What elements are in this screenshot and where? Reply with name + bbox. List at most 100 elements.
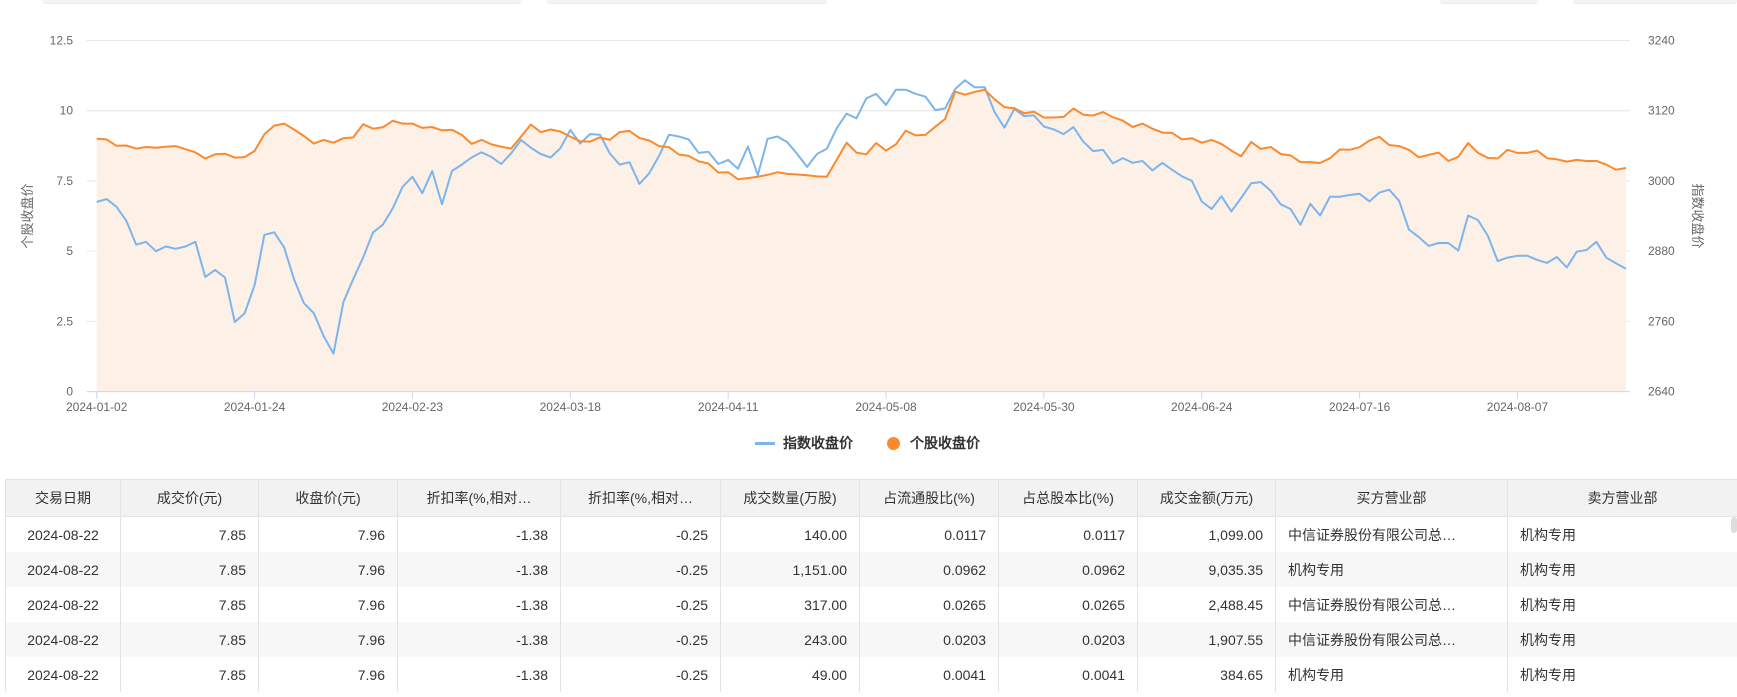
x-axis-tick-label: 2024-03-18 [540, 400, 602, 414]
cell-volume: 140.00 [720, 516, 860, 552]
price-chart: 0 2.5 5 7.5 10 12.5 2640 2760 2880 3000 3120 3240 20… [20, 34, 1705, 415]
cell-amount: 384.65 [1137, 657, 1276, 692]
cell-buyer-branch: 机构专用 [1275, 552, 1508, 587]
legend-label-stock: 个股收盘价 [910, 435, 980, 451]
x-axis-tick-label: 2024-05-30 [1013, 400, 1075, 414]
cell-close-price: 7.96 [258, 657, 398, 692]
x-axis-tick-label: 2024-08-07 [1487, 400, 1549, 414]
cell-buyer-branch: 中信证券股份有限公司总… [1275, 587, 1508, 622]
left-axis-tick-label: 2.5 [56, 314, 73, 328]
column-header[interactable]: 占总股本比(%) [998, 479, 1138, 517]
cell-seller-branch: 机构专用 [1507, 587, 1737, 622]
cell-trade-date: 2024-08-22 [5, 587, 121, 622]
column-header[interactable]: 卖方营业部 [1507, 479, 1737, 517]
left-axis-tick-label: 7.5 [56, 174, 73, 188]
column-header[interactable]: 交易日期 [5, 479, 121, 517]
chart-legend: 指数收盘价 个股收盘价 [755, 433, 1014, 453]
cell-total-share-ratio: 0.0962 [998, 552, 1138, 587]
column-header[interactable]: 收盘价(元) [258, 479, 398, 517]
table-row[interactable]: 2024-08-22 7.85 7.96 -1.38 -0.25 140.00 0.0117… [5, 516, 1737, 552]
cell-discount-rate-1: -1.38 [397, 657, 561, 692]
circle-legend-icon [887, 436, 900, 450]
cell-volume: 49.00 [720, 657, 860, 692]
cell-discount-rate-1: -1.38 [397, 622, 561, 657]
cell-buyer-branch: 中信证券股份有限公司总… [1275, 622, 1508, 657]
cell-amount: 2,488.45 [1137, 587, 1276, 622]
cell-trade-date: 2024-08-22 [5, 516, 121, 552]
cell-discount-rate-1: -1.38 [397, 587, 561, 622]
left-axis-tick-label: 0 [66, 385, 73, 399]
cell-float-share-ratio: 0.0265 [859, 587, 999, 622]
cell-seller-branch: 机构专用 [1507, 657, 1737, 692]
cell-volume: 317.00 [720, 587, 860, 622]
cell-float-share-ratio: 0.0041 [859, 657, 999, 692]
column-header[interactable]: 买方营业部 [1275, 479, 1508, 517]
right-axis-tick-label: 3000 [1648, 174, 1675, 188]
cell-buyer-branch: 中信证券股份有限公司总… [1275, 516, 1508, 552]
legend-label-index: 指数收盘价 [783, 435, 853, 451]
table-row[interactable]: 2024-08-22 7.85 7.96 -1.38 -0.25 1,151.00 0.09… [5, 552, 1737, 587]
cell-seller-branch: 机构专用 [1507, 622, 1737, 657]
right-axis-title: 指数收盘价 [1690, 183, 1705, 248]
cell-float-share-ratio: 0.0962 [859, 552, 999, 587]
cell-deal-price: 7.85 [120, 622, 259, 657]
cell-close-price: 7.96 [258, 622, 398, 657]
right-axis-tick-label: 3120 [1648, 104, 1675, 118]
column-header[interactable]: 折扣率(%,相对… [560, 479, 721, 517]
left-axis-tick-label: 12.5 [50, 34, 74, 48]
cell-deal-price: 7.85 [120, 552, 259, 587]
table-row[interactable]: 2024-08-22 7.85 7.96 -1.38 -0.25 317.00 0.0265… [5, 587, 1737, 622]
table-row[interactable]: 2024-08-22 7.85 7.96 -1.38 -0.25 243.00 0.0203… [5, 622, 1737, 657]
cell-amount: 1,907.55 [1137, 622, 1276, 657]
cell-close-price: 7.96 [258, 587, 398, 622]
cell-discount-rate-1: -1.38 [397, 552, 561, 587]
column-header[interactable]: 折扣率(%,相对… [397, 479, 561, 517]
legend-item-index[interactable]: 指数收盘价 [755, 433, 853, 453]
cell-float-share-ratio: 0.0203 [859, 622, 999, 657]
x-axis-tick-label: 2024-05-08 [855, 400, 917, 414]
cell-amount: 9,035.35 [1137, 552, 1276, 587]
cell-amount: 1,099.00 [1137, 516, 1276, 552]
x-axis-tick-label: 2024-04-11 [698, 400, 759, 414]
left-axis-tick-label: 10 [60, 104, 74, 118]
cell-seller-branch: 机构专用 [1507, 552, 1737, 587]
cell-seller-branch: 机构专用 [1507, 516, 1737, 552]
stock-price-area [96, 89, 1627, 392]
cell-discount-rate-1: -1.38 [397, 516, 561, 552]
cell-discount-rate-2: -0.25 [560, 622, 721, 657]
block-trade-table: 交易日期 成交价(元) 收盘价(元) 折扣率(%,相对… 折扣率(%,相对… 成交数量(万… [5, 479, 1737, 692]
left-axis-tick-label: 5 [66, 244, 73, 258]
cell-total-share-ratio: 0.0041 [998, 657, 1138, 692]
cell-discount-rate-2: -0.25 [560, 587, 721, 622]
cell-deal-price: 7.85 [120, 657, 259, 692]
column-header[interactable]: 成交金额(万元) [1137, 479, 1276, 517]
cell-total-share-ratio: 0.0203 [998, 622, 1138, 657]
cell-close-price: 7.96 [258, 516, 398, 552]
cell-total-share-ratio: 0.0265 [998, 587, 1138, 622]
legend-item-stock[interactable]: 个股收盘价 [887, 433, 980, 453]
cell-deal-price: 7.85 [120, 516, 259, 552]
table-header-row: 交易日期 成交价(元) 收盘价(元) 折扣率(%,相对… 折扣率(%,相对… 成交数量(万… [5, 479, 1737, 517]
cell-trade-date: 2024-08-22 [5, 657, 121, 692]
x-axis-tick-label: 2024-01-24 [224, 400, 286, 414]
right-axis-tick-label: 2880 [1648, 244, 1675, 258]
cell-buyer-branch: 机构专用 [1275, 657, 1508, 692]
x-axis-tick-label: 2024-01-02 [66, 400, 128, 414]
column-header[interactable]: 成交价(元) [120, 479, 259, 517]
cell-discount-rate-2: -0.25 [560, 516, 721, 552]
cell-deal-price: 7.85 [120, 587, 259, 622]
right-axis-tick-label: 2640 [1648, 385, 1675, 399]
x-axis-tick-label: 2024-06-24 [1171, 400, 1233, 414]
right-axis-tick-label: 2760 [1648, 314, 1675, 328]
table-scrollbar[interactable] [1731, 517, 1737, 533]
cell-float-share-ratio: 0.0117 [859, 516, 999, 552]
cell-volume: 1,151.00 [720, 552, 860, 587]
x-axis-tick-label: 2024-02-23 [382, 400, 444, 414]
cell-volume: 243.00 [720, 622, 860, 657]
column-header[interactable]: 成交数量(万股) [720, 479, 860, 517]
table-row[interactable]: 2024-08-22 7.85 7.96 -1.38 -0.25 49.00 0.0041 0… [5, 657, 1737, 692]
column-header[interactable]: 占流通股比(%) [859, 479, 999, 517]
cell-discount-rate-2: -0.25 [560, 657, 721, 692]
cell-trade-date: 2024-08-22 [5, 552, 121, 587]
x-axis-tick-label: 2024-07-16 [1329, 400, 1391, 414]
